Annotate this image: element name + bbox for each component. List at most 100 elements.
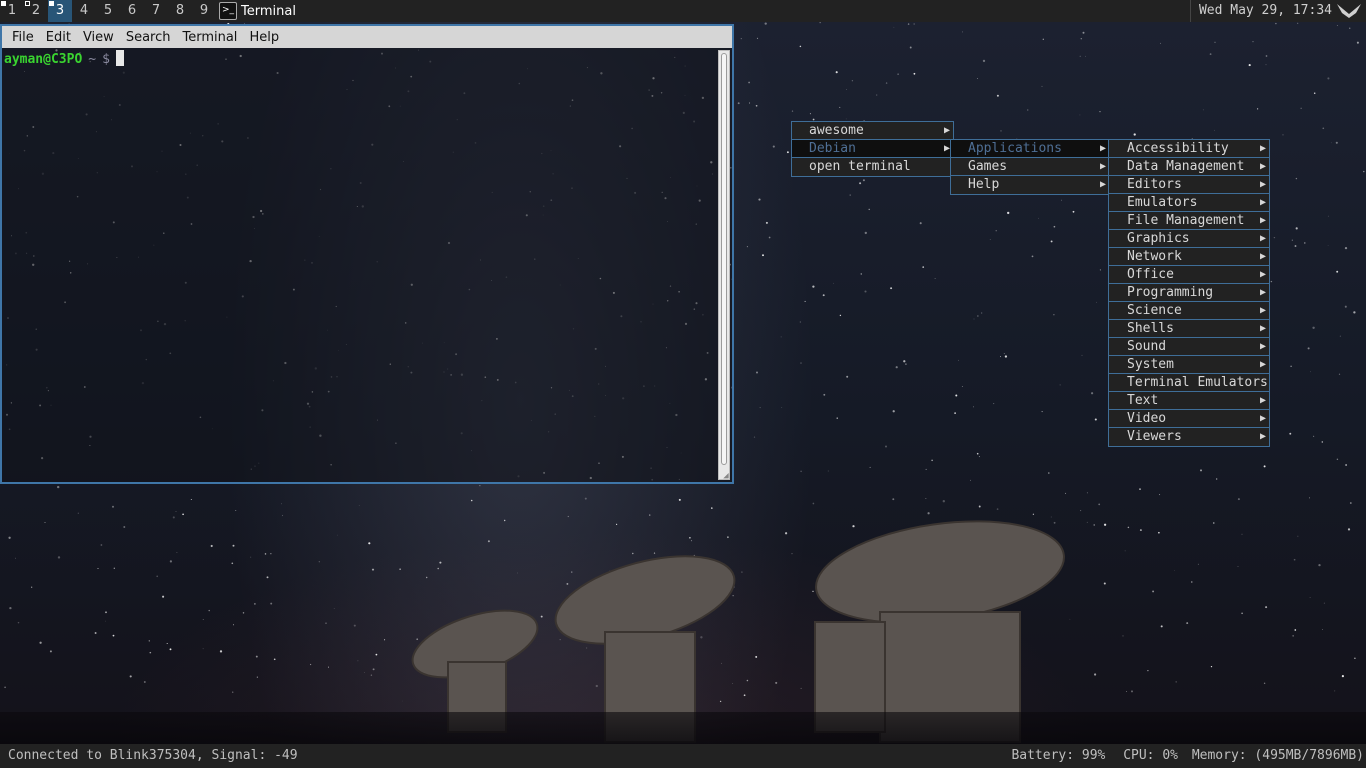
scrollbar-thumb[interactable] xyxy=(721,53,727,465)
menu-item-label: Network xyxy=(1127,249,1182,264)
menu-view[interactable]: View xyxy=(77,30,120,45)
submenu-arrow-icon: ▶ xyxy=(1099,143,1106,154)
bottom-status-bar: Connected to Blink375304, Signal: -49 Ba… xyxy=(0,744,1366,768)
menu-item-shells[interactable]: Shells ▶ xyxy=(1109,320,1269,338)
menu-item-label: Graphics xyxy=(1127,231,1190,246)
taskbar-item-terminal[interactable]: >_ Terminal xyxy=(219,0,296,22)
menu-item-label: Video xyxy=(1127,411,1167,426)
menu-item-help[interactable]: Help ▶ xyxy=(951,176,1109,194)
menu-item-label: Science xyxy=(1127,303,1182,318)
tag-5[interactable]: 5 xyxy=(96,0,120,22)
menu-item-graphics[interactable]: Graphics ▶ xyxy=(1109,230,1269,248)
menu-terminal[interactable]: Terminal xyxy=(176,30,243,45)
prompt-symbol: $ xyxy=(102,52,110,67)
awesome-launcher-icon[interactable] xyxy=(1336,2,1362,20)
menu-item-open-terminal[interactable]: open terminal xyxy=(792,158,953,176)
tag-6[interactable]: 6 xyxy=(120,0,144,22)
terminal-scrollbar[interactable] xyxy=(718,50,730,480)
submenu-arrow-icon: ▶ xyxy=(1099,179,1106,190)
submenu-arrow-icon: ▶ xyxy=(1259,395,1266,406)
menu-item-sound[interactable]: Sound ▶ xyxy=(1109,338,1269,356)
tag-label: 3 xyxy=(55,3,65,18)
menu-item-label: open terminal xyxy=(809,159,911,174)
menu-item-text[interactable]: Text ▶ xyxy=(1109,392,1269,410)
menu-item-label: Games xyxy=(968,159,1008,174)
menu-edit[interactable]: Edit xyxy=(40,30,77,45)
menu-item-video[interactable]: Video ▶ xyxy=(1109,410,1269,428)
menu-item-terminal-emulators[interactable]: Terminal Emulators xyxy=(1109,374,1269,392)
tag-9[interactable]: 9 xyxy=(192,0,216,22)
menu-item-label: System xyxy=(1127,357,1174,372)
debian-submenu: Applications ▶ Games ▶ Help ▶ xyxy=(950,139,1110,195)
submenu-arrow-icon: ▶ xyxy=(1259,233,1266,244)
submenu-arrow-icon: ▶ xyxy=(1259,341,1266,352)
terminal-menubar: File Edit View Search Terminal Help xyxy=(2,26,732,48)
menu-item-data-management[interactable]: Data Management ▶ xyxy=(1109,158,1269,176)
tag-occupied-indicator xyxy=(1,1,6,6)
submenu-arrow-icon: ▶ xyxy=(1259,413,1266,424)
tag-label: 1 xyxy=(7,3,17,18)
system-status: Battery: 99% CPU: 0% Memory: (495MB/7896… xyxy=(1001,744,1364,768)
menu-item-label: Data Management xyxy=(1127,159,1245,174)
menu-item-network[interactable]: Network ▶ xyxy=(1109,248,1269,266)
applications-submenu: Accessibility ▶ Data Management ▶ Editors ▶ Em… xyxy=(1108,139,1270,447)
terminal-content[interactable]: ayman@C3PO ~ $ xyxy=(2,48,718,482)
tag-list: 123456789 xyxy=(0,0,216,22)
submenu-arrow-icon: ▶ xyxy=(1099,161,1106,172)
menu-item-label: Editors xyxy=(1127,177,1182,192)
memory-status: Memory: (495MB/7896MB) xyxy=(1191,748,1364,763)
menu-item-system[interactable]: System ▶ xyxy=(1109,356,1269,374)
tag-2[interactable]: 2 xyxy=(24,0,48,22)
menu-item-label: Terminal Emulators xyxy=(1127,375,1268,390)
resize-grip-icon[interactable]: ◢ xyxy=(720,470,732,482)
menu-item-label: Accessibility xyxy=(1127,141,1229,156)
menu-item-label: Debian xyxy=(809,141,856,156)
submenu-arrow-icon: ▶ xyxy=(1259,215,1266,226)
clock-widget[interactable]: Wed May 29, 17:34 xyxy=(1189,0,1332,22)
terminal-icon: >_ xyxy=(219,2,237,20)
menu-item-editors[interactable]: Editors ▶ xyxy=(1109,176,1269,194)
submenu-arrow-icon: ▶ xyxy=(1259,323,1266,334)
menu-item-label: Help xyxy=(968,177,1000,192)
tag-4[interactable]: 4 xyxy=(72,0,96,22)
tag-label: 2 xyxy=(31,3,41,18)
menu-item-label: Viewers xyxy=(1127,429,1182,444)
menu-item-applications[interactable]: Applications ▶ xyxy=(951,140,1109,158)
menu-item-emulators[interactable]: Emulators ▶ xyxy=(1109,194,1269,212)
menu-item-office[interactable]: Office ▶ xyxy=(1109,266,1269,284)
terminal-window[interactable]: File Edit View Search Terminal Help ayman@C3P… xyxy=(0,24,734,484)
tag-7[interactable]: 7 xyxy=(144,0,168,22)
menu-item-label: File Management xyxy=(1127,213,1245,228)
menu-file[interactable]: File xyxy=(6,30,40,45)
menu-help[interactable]: Help xyxy=(243,30,285,45)
submenu-arrow-icon: ▶ xyxy=(1259,179,1266,190)
menu-item-label: Office xyxy=(1127,267,1174,282)
menu-item-viewers[interactable]: Viewers ▶ xyxy=(1109,428,1269,446)
main-menu: awesome ▶ Debian ▶ open terminal xyxy=(791,121,954,177)
submenu-arrow-icon: ▶ xyxy=(1259,269,1266,280)
menu-item-awesome[interactable]: awesome ▶ xyxy=(792,122,953,140)
menu-item-science[interactable]: Science ▶ xyxy=(1109,302,1269,320)
tag-3[interactable]: 3 xyxy=(48,0,72,22)
menu-item-label: Emulators xyxy=(1127,195,1198,210)
menu-search[interactable]: Search xyxy=(120,30,177,45)
menu-item-label: Programming xyxy=(1127,285,1214,300)
submenu-arrow-icon: ▶ xyxy=(1259,431,1266,442)
text-cursor xyxy=(115,50,124,66)
submenu-arrow-icon: ▶ xyxy=(943,125,950,136)
menu-item-accessibility[interactable]: Accessibility ▶ xyxy=(1109,140,1269,158)
menu-item-games[interactable]: Games ▶ xyxy=(951,158,1109,176)
battery-status: Battery: 99% xyxy=(1011,748,1106,763)
menu-item-programming[interactable]: Programming ▶ xyxy=(1109,284,1269,302)
submenu-arrow-icon: ▶ xyxy=(1259,305,1266,316)
tag-8[interactable]: 8 xyxy=(168,0,192,22)
prompt-user: ayman@C3PO xyxy=(4,52,83,67)
tag-1[interactable]: 1 xyxy=(0,0,24,22)
menu-item-file-management[interactable]: File Management ▶ xyxy=(1109,212,1269,230)
menu-item-debian[interactable]: Debian ▶ xyxy=(792,140,953,158)
menu-item-label: Text xyxy=(1127,393,1159,408)
menu-item-label: awesome xyxy=(809,123,864,138)
task-title: Terminal xyxy=(241,3,296,19)
submenu-arrow-icon: ▶ xyxy=(1259,161,1266,172)
tag-occupied-indicator xyxy=(25,1,30,6)
